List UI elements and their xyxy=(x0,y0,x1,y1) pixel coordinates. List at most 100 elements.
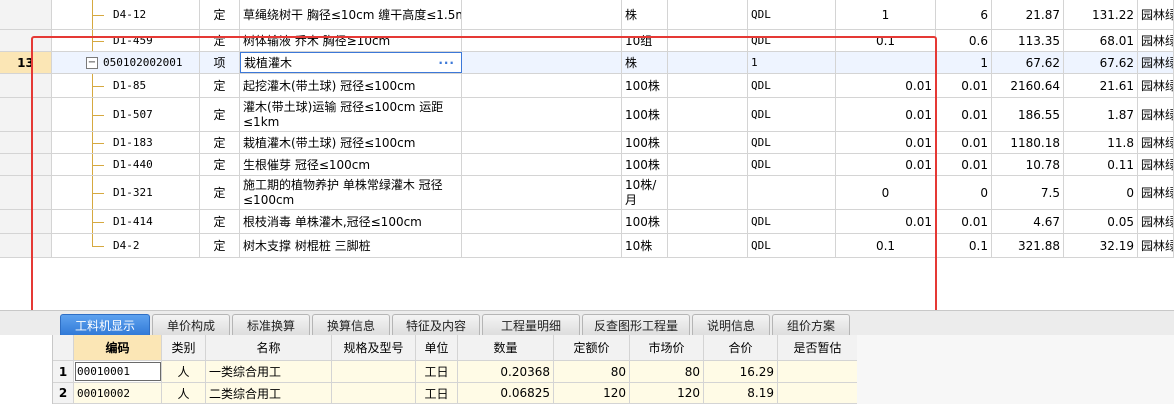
unit-price-cell[interactable]: 67.62 xyxy=(992,52,1064,73)
coef-cell[interactable]: 0.1 xyxy=(836,30,936,51)
unit-price-cell[interactable]: 113.35 xyxy=(992,30,1064,51)
total-cell[interactable]: 67.62 xyxy=(1064,52,1138,73)
coef-cell[interactable]: 0.01 xyxy=(836,98,936,131)
unit-price-cell[interactable]: 10.78 xyxy=(992,154,1064,175)
name-cell[interactable]: 栽植灌木(带土球) 冠径≤100cm xyxy=(240,132,462,153)
row-number[interactable] xyxy=(0,176,52,209)
table-row-selected[interactable]: 13 − 050102002001 项 栽植灌木 ··· 株 1 1 67.62… xyxy=(0,52,1174,74)
qty-expr-cell[interactable]: QDL xyxy=(748,30,836,51)
total-cell[interactable]: 11.8 xyxy=(1064,132,1138,153)
code-cell[interactable]: 050102002001 xyxy=(100,52,200,73)
qty-expr-cell[interactable] xyxy=(748,176,836,209)
extra-cell[interactable] xyxy=(668,176,748,209)
table-row[interactable]: D1-183 定 栽植灌木(带土球) 冠径≤100cm 100株 QDL 0.0… xyxy=(0,132,1174,154)
name-cell[interactable]: 树体输液 乔木 胸径≥10cm xyxy=(240,30,462,51)
unit-price-cell[interactable]: 321.88 xyxy=(992,234,1064,257)
quantity-cell[interactable]: 0.1 xyxy=(936,234,992,257)
qty-expr-cell[interactable]: QDL xyxy=(748,74,836,97)
column-header-total[interactable]: 合价 xyxy=(704,335,778,360)
unit-cell[interactable]: 100株 xyxy=(622,74,668,97)
table-row[interactable]: D1-459 定 树体输液 乔木 胸径≥10cm 10组 QDL 0.1 0.6… xyxy=(0,30,1174,52)
feature-cell[interactable] xyxy=(462,0,622,29)
code-cell[interactable]: 00010001 xyxy=(74,361,162,382)
unit-cell[interactable]: 工日 xyxy=(416,383,458,403)
column-header-unit[interactable]: 单位 xyxy=(416,335,458,360)
feature-cell[interactable] xyxy=(462,234,622,257)
type-cell[interactable]: 人 xyxy=(162,361,206,382)
qty-expr-cell[interactable]: QDL xyxy=(748,98,836,131)
table-row[interactable]: D1-321 定 施工期的植物养护 单株常绿灌木 冠径≤100cm 10株/月 … xyxy=(0,176,1174,210)
extra-cell[interactable] xyxy=(668,0,748,29)
coef-cell[interactable] xyxy=(836,52,936,73)
qty-expr-cell[interactable]: QDL xyxy=(748,154,836,175)
quota-price-cell[interactable]: 120 xyxy=(554,383,630,403)
name-cell[interactable]: 生根催芽 冠径≤100cm xyxy=(240,154,462,175)
tab-quantity-detail[interactable]: 工程量明细 xyxy=(482,314,580,336)
coef-cell[interactable]: 0.01 xyxy=(836,74,936,97)
unit-price-cell[interactable]: 186.55 xyxy=(992,98,1064,131)
column-header-market-price[interactable]: 市场价 xyxy=(630,335,704,360)
name-cell[interactable]: 树木支撑 树棍桩 三脚桩 xyxy=(240,234,462,257)
feature-cell[interactable] xyxy=(462,154,622,175)
type-cell[interactable]: 定 xyxy=(200,132,240,153)
provisional-cell[interactable] xyxy=(778,383,858,403)
row-number[interactable] xyxy=(0,30,52,51)
row-number[interactable] xyxy=(0,74,52,97)
row-number[interactable]: 1 xyxy=(53,361,74,382)
name-cell[interactable]: 草绳绕树干 胸径≤10cm 缠干高度≤1.5m xyxy=(240,0,462,29)
quantity-cell[interactable]: 0.01 xyxy=(936,132,992,153)
unit-price-cell[interactable]: 1180.18 xyxy=(992,132,1064,153)
coef-cell[interactable]: 0.1 xyxy=(836,234,936,257)
unit-cell[interactable]: 100株 xyxy=(622,210,668,233)
feature-cell[interactable] xyxy=(462,210,622,233)
code-cell[interactable]: D1-440 xyxy=(110,154,200,175)
tab-standard-conversion[interactable]: 标准换算 xyxy=(232,314,310,336)
category-cell[interactable]: 园林绿 xyxy=(1138,52,1174,73)
table-row[interactable]: D4-12 定 草绳绕树干 胸径≤10cm 缠干高度≤1.5m 株 QDL 1 … xyxy=(0,0,1174,30)
feature-cell[interactable] xyxy=(462,176,622,209)
provisional-cell[interactable] xyxy=(778,361,858,382)
name-cell[interactable]: 起挖灌木(带土球) 冠径≤100cm xyxy=(240,74,462,97)
table-row[interactable]: D1-85 定 起挖灌木(带土球) 冠径≤100cm 100株 QDL 0.01… xyxy=(0,74,1174,98)
feature-cell[interactable] xyxy=(462,74,622,97)
category-cell[interactable]: 园林绿 xyxy=(1138,0,1174,29)
code-cell[interactable]: D1-183 xyxy=(110,132,200,153)
tab-features[interactable]: 特征及内容 xyxy=(392,314,480,336)
row-number[interactable] xyxy=(0,0,52,29)
column-header-code[interactable]: 编码 xyxy=(74,335,162,360)
qty-expr-cell[interactable]: QDL xyxy=(748,210,836,233)
category-cell[interactable]: 园林绿 xyxy=(1138,132,1174,153)
total-cell[interactable]: 0.05 xyxy=(1064,210,1138,233)
spec-cell[interactable] xyxy=(332,383,416,403)
quantity-cell[interactable]: 0.01 xyxy=(936,210,992,233)
column-header-quota-price[interactable]: 定额价 xyxy=(554,335,630,360)
table-row[interactable]: D1-440 定 生根催芽 冠径≤100cm 100株 QDL 0.01 0.0… xyxy=(0,154,1174,176)
column-header-quantity[interactable]: 数量 xyxy=(458,335,554,360)
table-row[interactable]: 2 00010002 人 二类综合用工 工日 0.06825 120 120 8… xyxy=(53,383,858,404)
qty-expr-cell[interactable]: QDL xyxy=(748,0,836,29)
code-cell[interactable]: D1-85 xyxy=(110,74,200,97)
qty-expr-cell[interactable]: QDL xyxy=(748,234,836,257)
name-cell[interactable]: 二类综合用工 xyxy=(206,383,332,403)
name-cell[interactable]: 根枝消毒 单株灌木,冠径≤100cm xyxy=(240,210,462,233)
row-number[interactable] xyxy=(0,154,52,175)
code-cell[interactable]: 00010002 xyxy=(74,383,162,403)
feature-cell[interactable] xyxy=(462,52,622,73)
total-cell[interactable]: 8.19 xyxy=(704,383,778,403)
column-header-type[interactable]: 类别 xyxy=(162,335,206,360)
category-cell[interactable]: 园林绿 xyxy=(1138,176,1174,209)
extra-cell[interactable] xyxy=(668,30,748,51)
code-cell[interactable]: D1-414 xyxy=(110,210,200,233)
extra-cell[interactable] xyxy=(668,234,748,257)
quantity-cell[interactable]: 1 xyxy=(936,52,992,73)
quantity-cell[interactable]: 0.01 xyxy=(936,74,992,97)
quantity-cell[interactable]: 6 xyxy=(936,0,992,29)
table-row[interactable]: D1-414 定 根枝消毒 单株灌木,冠径≤100cm 100株 QDL 0.0… xyxy=(0,210,1174,234)
tab-pricing-plan[interactable]: 组价方案 xyxy=(772,314,850,336)
coef-cell[interactable]: 1 xyxy=(836,0,936,29)
row-number[interactable]: 13 xyxy=(0,52,52,73)
unit-cell[interactable]: 10株 xyxy=(622,234,668,257)
category-cell[interactable]: 园林绿 xyxy=(1138,74,1174,97)
category-cell[interactable]: 园林绿 xyxy=(1138,98,1174,131)
total-cell[interactable]: 0 xyxy=(1064,176,1138,209)
